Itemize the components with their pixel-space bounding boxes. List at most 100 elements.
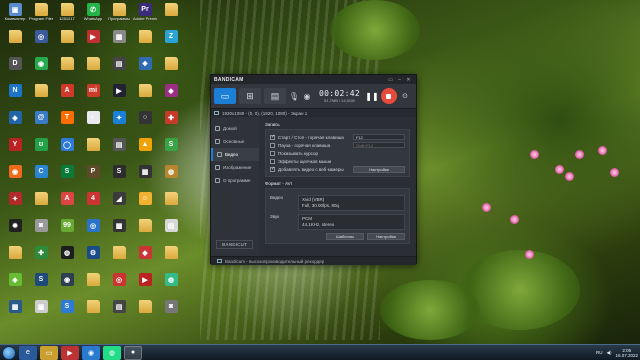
desktop-icon[interactable]	[159, 246, 183, 270]
sidebar-item-video[interactable]: Видео	[211, 148, 259, 161]
desktop-icon[interactable]: ◯	[55, 138, 79, 162]
desktop-icon[interactable]: ◈	[3, 111, 27, 135]
desktop-icon[interactable]: ◙	[29, 219, 53, 243]
desktop-icon[interactable]: ▤	[107, 300, 131, 324]
microphone-icon[interactable]: 🎙	[289, 88, 299, 104]
desktop-icon[interactable]: ▶	[133, 273, 157, 297]
desktop-icon[interactable]	[159, 3, 183, 27]
desktop-icon[interactable]: ✆ WhatsApp	[81, 3, 105, 27]
desktop-icon[interactable]: ◍	[159, 273, 183, 297]
format-settings-button[interactable]: Настройки	[367, 233, 405, 240]
checkbox[interactable]	[270, 150, 275, 156]
desktop-icon[interactable]: ✹	[3, 219, 27, 243]
pause-button[interactable]: ❚❚	[365, 90, 378, 102]
desktop-icon[interactable]: ✦	[3, 192, 27, 216]
bandicam-taskbar-icon[interactable]: ●	[124, 345, 142, 360]
desktop-icon[interactable]: PrAdobe Premiere Pro	[133, 3, 157, 27]
desktop-icon[interactable]: ◆	[159, 84, 183, 108]
bandicut-logo[interactable]: BANDICUT	[216, 240, 253, 249]
desktop-icon[interactable]	[55, 30, 79, 54]
checkbox[interactable]	[270, 134, 275, 140]
desktop-icon[interactable]: 1251217	[55, 3, 79, 27]
desktop-icon[interactable]: N	[3, 84, 27, 108]
close-button[interactable]: ✕	[404, 77, 413, 83]
clock[interactable]: 2:05 16.07.2022	[615, 348, 638, 358]
desktop-icon[interactable]: ʊ	[29, 138, 53, 162]
sidebar-item-home[interactable]: Домой	[211, 122, 259, 135]
desktop-icon[interactable]: ▤	[159, 219, 183, 243]
option-row[interactable]: Добавлять видео с веб-камеры Настройки	[270, 165, 405, 173]
game-mode-button[interactable]: ⊞	[239, 88, 261, 104]
chrome-icon[interactable]: ◉	[82, 345, 100, 360]
desktop-icon[interactable]: A	[55, 192, 79, 216]
desktop-icon[interactable]	[81, 138, 105, 162]
desktop-icon[interactable]: ◍	[55, 246, 79, 270]
desktop-icon[interactable]: S	[55, 300, 79, 324]
desktop-icon[interactable]	[29, 192, 53, 216]
sidebar-item-general[interactable]: Основные	[211, 135, 259, 148]
device-mode-button[interactable]: ▤	[264, 88, 286, 104]
desktop-icon[interactable]	[133, 84, 157, 108]
option-row[interactable]: Пауза - горячая клавиша Shift+F12	[270, 141, 405, 149]
desktop-icon[interactable]	[29, 84, 53, 108]
checkbox[interactable]	[270, 158, 275, 164]
sidebar-item-image[interactable]: Изображение	[211, 161, 259, 174]
screen-mode-button[interactable]: ▭	[214, 88, 236, 104]
desktop-icon[interactable]: ◎	[81, 219, 105, 243]
desktop-icon[interactable]	[81, 273, 105, 297]
desktop-icon[interactable]: S	[159, 138, 183, 162]
stop-record-button[interactable]	[380, 88, 397, 104]
folder-icon[interactable]: ▭	[386, 77, 395, 83]
hotkey-field[interactable]: Shift+F12	[353, 142, 405, 148]
desktop-icon[interactable]: ▲	[133, 138, 157, 162]
desktop-icon[interactable]: ◈	[3, 273, 27, 297]
desktop-icon[interactable]: @	[29, 111, 53, 135]
desktop-icon[interactable]	[81, 57, 105, 81]
desktop-icon[interactable]: D	[3, 57, 27, 81]
desktop-icon[interactable]	[133, 219, 157, 243]
desktop-icon[interactable]: Z	[159, 30, 183, 54]
desktop-icon[interactable]	[159, 192, 183, 216]
explorer-icon[interactable]: ▭	[40, 345, 58, 360]
title-bar[interactable]: BANDICAM ▭ – ✕	[211, 75, 416, 84]
app-icon[interactable]: ◍	[103, 345, 121, 360]
desktop-icon[interactable]: ▦	[107, 30, 131, 54]
desktop-icon[interactable]: ◉	[3, 165, 27, 189]
start-button[interactable]	[2, 345, 16, 360]
desktop-icon[interactable]: A	[55, 84, 79, 108]
desktop-icon[interactable]: ◙	[159, 300, 183, 324]
option-row[interactable]: Старт / Стоп - горячая клавиша F12	[270, 133, 405, 141]
desktop-icon[interactable]: Program Files	[29, 3, 53, 27]
desktop-icon[interactable]: ✚	[159, 111, 183, 135]
desktop-icon[interactable]: ✚	[29, 246, 53, 270]
desktop-icon[interactable]: S	[55, 165, 79, 189]
desktop-icon[interactable]: P	[81, 165, 105, 189]
desktop-icon[interactable]: ▤	[107, 57, 131, 81]
checkbox[interactable]	[270, 166, 275, 172]
desktop-icon[interactable]: ☺	[133, 192, 157, 216]
desktop-icon[interactable]: 99	[55, 219, 79, 243]
language-indicator[interactable]: RU	[596, 350, 603, 355]
desktop-icon[interactable]: ▦	[133, 165, 157, 189]
desktop-icon[interactable]: ▣	[29, 300, 53, 324]
desktop-icon[interactable]: ◎	[107, 273, 131, 297]
desktop-icon[interactable]: ❖	[133, 57, 157, 81]
media-player-icon[interactable]: ▶	[61, 345, 79, 360]
desktop-icon[interactable]: ▣ Компьютер	[3, 3, 27, 27]
desktop-icon[interactable]: ▤	[107, 138, 131, 162]
desktop-icon[interactable]: ▩	[107, 219, 131, 243]
desktop-icon[interactable]	[133, 30, 157, 54]
desktop-icon[interactable]	[133, 300, 157, 324]
desktop-icon[interactable]: ◉	[55, 273, 79, 297]
desktop-icon[interactable]: T	[55, 111, 79, 135]
desktop-icon[interactable]	[3, 246, 27, 270]
desktop-icon[interactable]: ◉	[29, 57, 53, 81]
option-row[interactable]: Эффекты щелчков мыши	[270, 157, 405, 165]
hotkey-field[interactable]: F12	[353, 134, 405, 140]
desktop-icon[interactable]	[159, 57, 183, 81]
option-row[interactable]: Показывать курсор	[270, 149, 405, 157]
webcam-settings-button[interactable]: Настройки	[353, 165, 405, 173]
screenshot-button[interactable]: ⊙	[400, 92, 410, 100]
desktop-icon[interactable]: ⚙	[81, 246, 105, 270]
desktop-icon[interactable]: ◍	[159, 165, 183, 189]
